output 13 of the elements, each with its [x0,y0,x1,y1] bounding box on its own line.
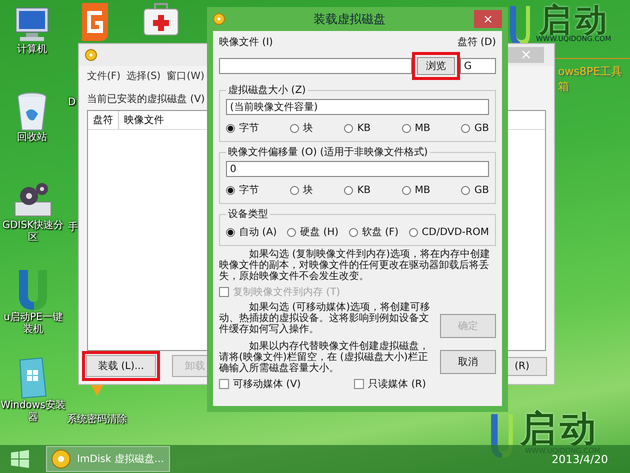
group-legend: 映像文件偏移量 (O) (适用于非映像文件格式) [226,145,430,159]
group-legend: 设备类型 [226,207,270,221]
note-text: 如果以内存代替映像文件创建虚拟磁盘，请将(映像文件)栏留空，在 (虚拟磁盘大小)栏正确输入所需磁盘容量大小。 [219,341,430,374]
brand-subtitle: ows8PE工具箱 [558,64,624,94]
brand-name: 启动 [539,4,612,36]
brand-name: 启动 [520,412,600,448]
image-file-label: 映像文件 (I) [219,36,273,49]
note-text: 如果勾选 (可移动媒体)选项，将创建可移动、热插拔的虚拟设备。这将影响到例如设备文件缓存如何写入操作。 [219,302,431,335]
note-text: 如果勾选 (复制映像文件到内存)选项，将在内存中创建映像文件的副本，对映像文件的任何更改在驱动器卸载后将丢失，原始映像文件不会发生改变。 [219,249,491,282]
group-legend: 虚拟磁盘大小 (Z) [226,83,308,97]
drive-letter-label: 盘符 (D) [457,36,496,49]
list-label: 当前已安装的虚拟磁盘 (V) [87,92,205,106]
dialog-title: 装载虚拟磁盘 [312,10,386,28]
